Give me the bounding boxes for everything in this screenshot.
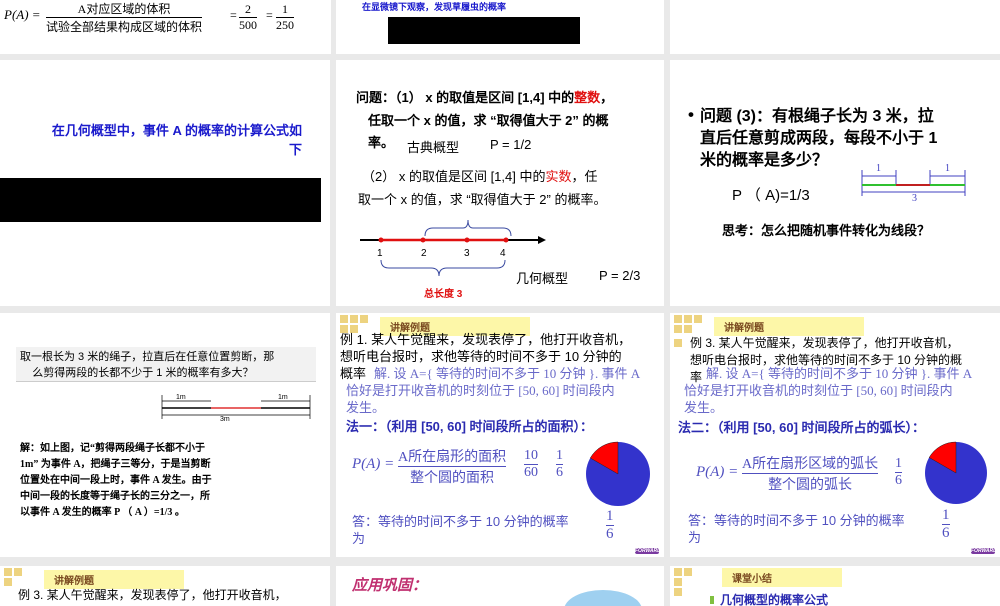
slide-heading: 在几何概型中，事件 A 的概率的计算公式如下: [51, 123, 302, 157]
segment-label: 3m: [220, 416, 230, 423]
answer-text: 答：等待的时间不多于 10 分钟的概率为: [688, 513, 905, 545]
slide-thumbnail[interactable]: 讲解例题 例 3. 某人午觉醒来，发现表停了，他打开收音机， 想听电台报时，求他等…: [670, 313, 1000, 557]
question-2-line2: 取一个 x 的值，求 “取得值大于 2” 的概率。: [358, 192, 607, 207]
slide-thumbnail[interactable]: 取一根长为 3 米的绳子，拉直后在任意位置剪断，那 么剪得两段的长都不少于 1 …: [0, 313, 330, 557]
volume-fraction: A对应区域的体积试验全部结果构成区域的体积: [46, 0, 203, 35]
formula-lhs: P(A) =: [696, 464, 739, 480]
formula-lhs: P(A) =: [4, 7, 41, 22]
method-heading: 法二：（利用 [50, 60] 时间段所占的弧长）：: [678, 420, 926, 435]
slide-thumbnail[interactable]: • 问题 (3)：有根绳子长为 3 米，拉 直后任意剪成两段，每段不小于 1 米的概…: [670, 60, 1000, 306]
example-text: 例 3. 某人午觉醒来，发现表停了，他打开收音机，: [18, 588, 287, 602]
question-1: 问题：（1） x 的取值是区间 [1,4] 中的整数，: [356, 90, 614, 105]
tick-label: 1: [377, 248, 383, 259]
question-1-line2: 任取一个 x 的值，求 “取得值大于 2” 的概: [368, 113, 609, 128]
forward-button[interactable]: FORWARD: [971, 548, 995, 554]
slide-thumbnail[interactable]: 在几何概型中，事件 A 的概率的计算公式如下: [0, 60, 330, 306]
segment-label: 1: [945, 163, 950, 174]
segment-label: 1: [876, 163, 881, 174]
fraction-1-250: 1 250: [276, 2, 294, 32]
tick-label: 2: [421, 248, 427, 259]
pie-chart: [586, 441, 650, 506]
classic-model-label: 古典概型: [407, 140, 460, 155]
fraction-10-60: 10 60: [524, 448, 538, 480]
forward-button[interactable]: FORWARD: [635, 548, 659, 554]
fraction-1-6: 16: [556, 448, 563, 480]
slide-title: 应用巩固：: [352, 577, 428, 594]
probability-2: P = 2/3: [599, 268, 641, 283]
probability-1: P = 1/2: [490, 137, 532, 152]
geometric-model-label: 几何概型: [516, 271, 569, 286]
slide-text: 在显微镜下观察，发现草履虫的概率: [362, 2, 507, 12]
question-text: 取一根长为 3 米的绳子，拉直后在任意位置剪断，那 么剪得两段的长都不少于 1 …: [20, 351, 275, 379]
answer-text: 答：等待的时间不多于 10 分钟的概率为: [352, 514, 569, 546]
slide-thumbnail[interactable]: 在显微镜下观察，发现草履虫的概率: [336, 0, 664, 54]
formula-lhs: P(A) =: [352, 456, 395, 472]
solution-text: 解. 设 A={ 等待的时间不多于 10 分钟 }. 事件 A 恰好是打开收音机的…: [684, 366, 973, 415]
thinking-question: 思考：怎么把随机事件转化为线段？: [722, 223, 931, 238]
arc-fraction: A所在扇形区域的弧长 整个圆的弧长: [742, 457, 879, 493]
slide-thumbnail[interactable]: 讲解例题 例 1. 某人午觉醒来，发现表停了，他打开收音机， 想听电台报时，求他等…: [336, 313, 664, 557]
total-length-label: 总长度 3: [424, 289, 463, 300]
equals: =: [230, 8, 237, 22]
section-tag: 讲解例题: [714, 317, 864, 336]
tick-label: 4: [500, 248, 506, 259]
fraction-1-6: 16: [895, 456, 902, 488]
black-image-placeholder: [388, 17, 580, 44]
slide-thumbnail[interactable]: 讲解例题 例 3. 某人午觉醒来，发现表停了，他打开收音机，: [0, 566, 330, 606]
equals: =: [266, 8, 273, 22]
question-1-line3: 率。: [368, 135, 395, 150]
solution-text: 解. 设 A={ 等待的时间不多于 10 分钟 }. 事件 A 恰好是打开收音机的…: [346, 366, 641, 415]
pie-chart: [925, 441, 987, 504]
segment-label: 3: [912, 193, 917, 204]
bullet: •: [688, 105, 694, 124]
method-heading: 法一：（利用 [50, 60] 时间段所占的面积）：: [346, 419, 594, 434]
slide-thumbnail[interactable]: 应用巩固：: [336, 566, 664, 606]
oval-shape: [564, 590, 642, 606]
summary-item: 几何概型的概率公式: [710, 591, 828, 606]
slide-thumbnail[interactable]: 课堂小结 几何概型的概率公式: [670, 566, 1000, 606]
slide-thumbnail[interactable]: [670, 0, 1000, 54]
section-tag: 课堂小结: [722, 568, 842, 587]
tick-label: 3: [464, 248, 470, 259]
numerator: A对应区域的体积: [77, 2, 171, 16]
area-fraction: A所在扇形的面积 整个圆的面积: [398, 450, 507, 486]
fraction-2-500: 2 500: [239, 2, 257, 32]
denominator: 试验全部结果构成区域的体积: [46, 20, 203, 34]
segment-label: 1m: [176, 394, 186, 401]
question-3: 问题 (3)：有根绳子长为 3 米，拉 直后任意剪成两段，每段不小于 1 米的概率是…: [700, 108, 938, 169]
question-2: （2） x 的取值是区间 [1,4] 中的实数，任: [362, 169, 598, 184]
solution-text: 解：如上图，记“剪得两段绳子长都不小于 1m” 为事件 A，把绳子三等分，于是当剪…: [20, 443, 212, 518]
black-image-placeholder: [0, 178, 321, 222]
segment-label: 1m: [278, 394, 288, 401]
answer-fraction: 16: [606, 508, 614, 542]
answer-fraction: 16: [942, 507, 950, 541]
probability-result: P （ A)=1/3: [732, 187, 810, 204]
slide-thumbnail[interactable]: P(A) = A对应区域的体积试验全部结果构成区域的体积 = 2 500 = 12…: [0, 0, 331, 54]
slide-thumbnail[interactable]: 问题：（1） x 的取值是区间 [1,4] 中的整数， 任取一个 x 的值，求 …: [336, 60, 664, 306]
